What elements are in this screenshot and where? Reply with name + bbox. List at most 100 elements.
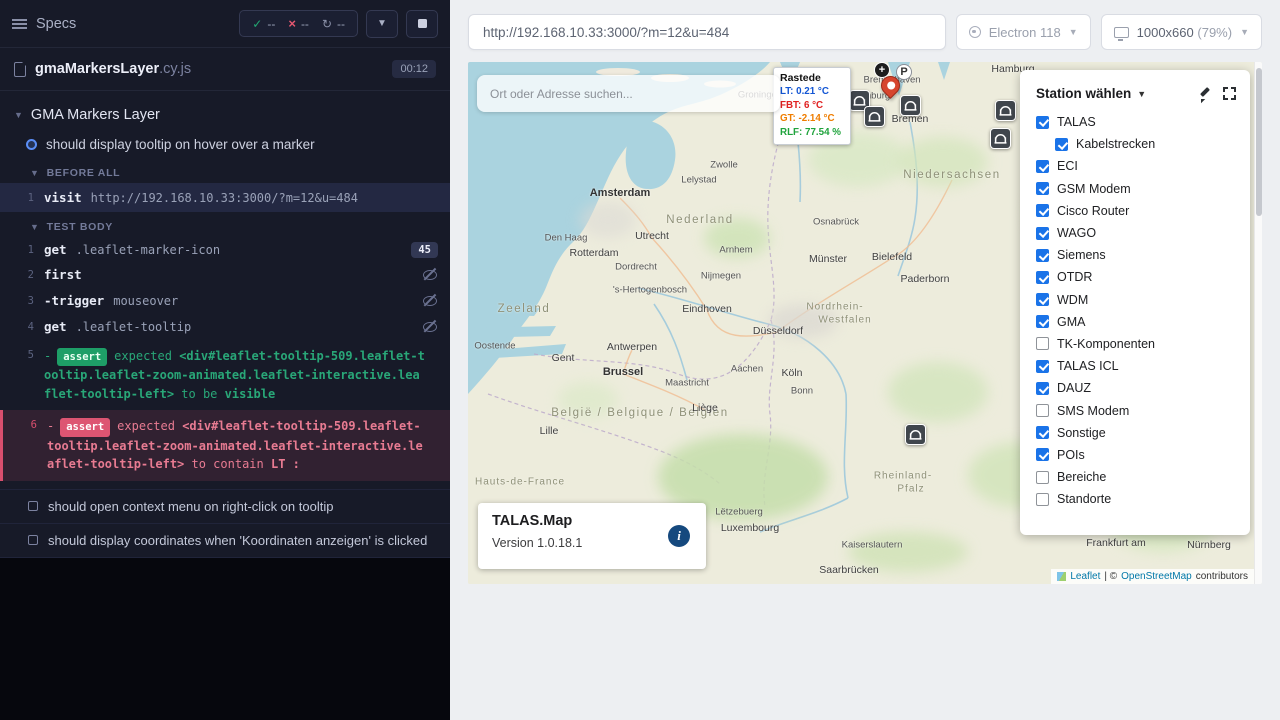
checkbox-checked[interactable] xyxy=(1036,382,1049,395)
station-item[interactable]: ECI xyxy=(1020,155,1250,177)
specs-header[interactable]: Specs xyxy=(12,16,76,32)
chevron-down-icon[interactable]: ▼ xyxy=(1137,89,1146,99)
marker-tooltip: Rastede LT: 0.21 °CFBT: 6 °CGT: -2.14 °C… xyxy=(773,67,851,145)
assert-pill: assert xyxy=(60,418,110,436)
command-row[interactable]: 1get.leaflet-marker-icon45 xyxy=(0,237,450,262)
assert-expected-value: visible xyxy=(225,387,276,401)
map-application[interactable]: HamburgBremenOldenburgBremerhavenGroning… xyxy=(468,62,1262,584)
page-scrollbar[interactable] xyxy=(1254,62,1262,584)
expand-icon[interactable] xyxy=(1223,87,1236,100)
station-item[interactable]: Kabelstrecken xyxy=(1020,133,1250,155)
reporter-empty-area xyxy=(0,557,450,720)
queued-test-row[interactable]: should open context menu on right-click … xyxy=(0,489,450,523)
spec-file-row[interactable]: gmaMarkersLayer.cy.js 00:12 xyxy=(0,48,450,91)
assert-command-row[interactable]: 5-assertexpected <div#leaflet-tooltip-50… xyxy=(0,340,450,410)
info-icon[interactable]: i xyxy=(668,525,690,547)
station-marker-icon[interactable] xyxy=(995,100,1016,121)
checkbox-checked[interactable] xyxy=(1036,204,1049,217)
checkbox-checked[interactable] xyxy=(1036,182,1049,195)
suite-row[interactable]: ▼ GMA Markers Layer xyxy=(0,99,450,131)
stat-pending: ↻-- xyxy=(322,17,345,31)
station-item[interactable]: TALAS ICL xyxy=(1020,355,1250,377)
checkbox-checked[interactable] xyxy=(1036,448,1049,461)
station-item[interactable]: POIs xyxy=(1020,444,1250,466)
checkbox-checked[interactable] xyxy=(1036,160,1049,173)
suite-title: GMA Markers Layer xyxy=(31,107,160,123)
station-item[interactable]: WAGO xyxy=(1020,222,1250,244)
file-icon xyxy=(14,62,26,77)
osm-link[interactable]: OpenStreetMap xyxy=(1121,571,1192,582)
station-item[interactable]: OTDR xyxy=(1020,266,1250,288)
station-item[interactable]: WDM xyxy=(1020,289,1250,311)
checkbox-checked[interactable] xyxy=(1036,426,1049,439)
command-row[interactable]: 1visithttp://192.168.10.33:3000/?m=12&u=… xyxy=(0,183,450,212)
station-item[interactable]: DAUZ xyxy=(1020,377,1250,399)
url-bar[interactable]: http://192.168.10.33:3000/?m=12&u=484 xyxy=(468,14,946,50)
reporter-header: Specs ✓-- ×-- ↻-- ▼ xyxy=(0,0,450,48)
checkbox-checked[interactable] xyxy=(1055,138,1068,151)
station-marker-icon[interactable] xyxy=(905,424,926,445)
station-item[interactable]: Cisco Router xyxy=(1020,200,1250,222)
search-input[interactable] xyxy=(477,75,780,112)
before-all-commands: 1visithttp://192.168.10.33:3000/?m=12&u=… xyxy=(0,183,450,212)
station-marker-icon[interactable] xyxy=(900,95,921,116)
station-item[interactable]: TK-Komponenten xyxy=(1020,333,1250,355)
before-all-section[interactable]: ▼ BEFORE ALL xyxy=(0,158,450,183)
tooltip-measurement: RLF: 77.54 % xyxy=(780,126,844,140)
command-number: 3 xyxy=(0,293,34,307)
station-item[interactable]: Bereiche xyxy=(1020,466,1250,488)
checkbox-checked[interactable] xyxy=(1036,360,1049,373)
edit-pencil-icon[interactable] xyxy=(1197,87,1211,101)
stop-button[interactable] xyxy=(406,10,438,38)
station-item[interactable]: Siemens xyxy=(1020,244,1250,266)
active-test-row[interactable]: should display tooltip on hover over a m… xyxy=(0,131,450,158)
checkbox-checked[interactable] xyxy=(1036,293,1049,306)
checkbox-checked[interactable] xyxy=(1036,271,1049,284)
command-row[interactable]: 4get.leaflet-tooltip xyxy=(0,314,450,340)
map-label: Bonn xyxy=(791,386,813,397)
assert-command-row[interactable]: 6-assertexpected <div#leaflet-tooltip-50… xyxy=(0,410,450,480)
collapse-button[interactable]: ▼ xyxy=(366,10,398,38)
parking-marker[interactable]: P xyxy=(896,64,912,80)
leaflet-link[interactable]: Leaflet xyxy=(1070,571,1100,582)
chevron-down-icon: ▼ xyxy=(1240,27,1249,37)
checkbox-unchecked[interactable] xyxy=(1036,471,1049,484)
checkbox-unchecked[interactable] xyxy=(1036,404,1049,417)
station-marker-icon[interactable] xyxy=(990,128,1011,149)
station-item-label: ECI xyxy=(1057,159,1078,173)
station-marker-icon[interactable] xyxy=(864,106,885,127)
station-item[interactable]: TALAS xyxy=(1020,111,1250,133)
station-item-label: WAGO xyxy=(1057,226,1096,240)
browser-select[interactable]: Electron 118 ▼ xyxy=(956,14,1091,50)
command-number: 1 xyxy=(0,242,34,256)
checkbox-checked[interactable] xyxy=(1036,116,1049,129)
urban-patch xyxy=(580,202,636,238)
station-item[interactable]: GSM Modem xyxy=(1020,178,1250,200)
checkbox-checked[interactable] xyxy=(1036,249,1049,262)
scrollbar-thumb[interactable] xyxy=(1256,68,1262,216)
command-row[interactable]: 3-triggermouseover xyxy=(0,288,450,314)
queued-test-row[interactable]: should display coordinates when 'Koordin… xyxy=(0,523,450,557)
map-label: Antwerpen xyxy=(607,341,657,353)
station-item[interactable]: SMS Modem xyxy=(1020,399,1250,421)
map-label: Köln xyxy=(781,367,802,379)
map-label: Arnhem xyxy=(719,245,752,256)
eye-slash-icon xyxy=(422,267,438,280)
assert-message: -assertexpected <div#leaflet-tooltip-509… xyxy=(47,417,438,473)
command-row[interactable]: 2first xyxy=(0,262,450,288)
checkbox-checked[interactable] xyxy=(1036,227,1049,240)
station-item[interactable]: Standorte xyxy=(1020,488,1250,510)
station-item[interactable]: GMA xyxy=(1020,311,1250,333)
command-args: .leaflet-tooltip xyxy=(76,319,192,334)
test-body-section[interactable]: ▼ TEST BODY xyxy=(0,212,450,237)
checkbox-unchecked[interactable] xyxy=(1036,493,1049,506)
checkbox-checked[interactable] xyxy=(1036,315,1049,328)
station-item[interactable]: Sonstige xyxy=(1020,422,1250,444)
viewport-select[interactable]: 1000x660 (79%) ▼ xyxy=(1101,14,1262,50)
command-args: mouseover xyxy=(113,293,178,308)
command-number: 2 xyxy=(0,267,34,281)
map-label: Gent xyxy=(552,352,575,364)
viewport-size: 1000x660 xyxy=(1137,25,1194,40)
menu-icon[interactable] xyxy=(12,18,27,30)
checkbox-unchecked[interactable] xyxy=(1036,337,1049,350)
